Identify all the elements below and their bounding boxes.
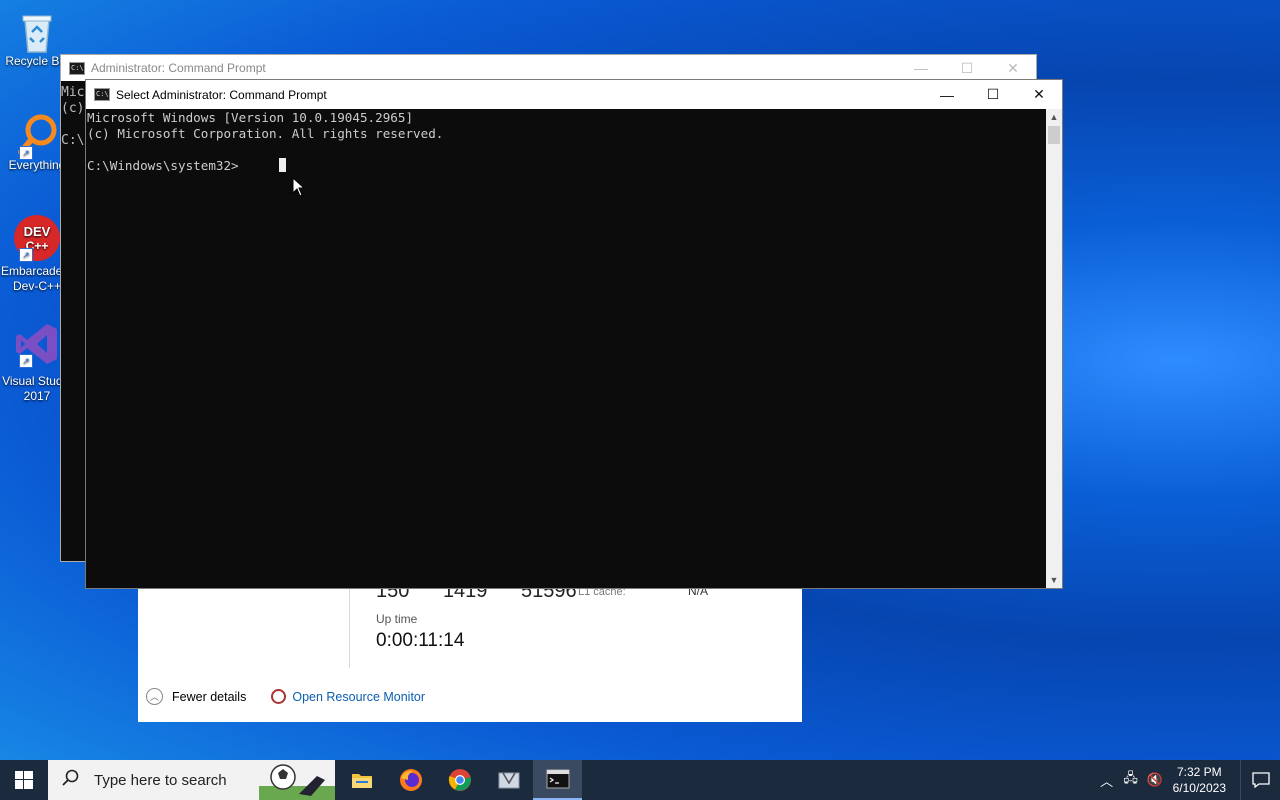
window-controls: — ☐ ✕ (924, 80, 1062, 109)
maximize-button[interactable]: ☐ (970, 80, 1016, 109)
console-line: (c) Microsoft Corporation. All rights re… (87, 126, 444, 141)
minimize-button[interactable]: — (924, 80, 970, 109)
everything-search-icon: ↗ (13, 112, 61, 160)
volume-muted-icon[interactable]: 🔇 (1143, 772, 1167, 788)
search-placeholder: Type here to search (94, 771, 227, 789)
firefox-button[interactable] (386, 760, 435, 800)
scroll-up-icon[interactable]: ▲ (1046, 109, 1062, 125)
console-line: Microsoft Windows [Version 10.0.19045.29… (87, 110, 414, 125)
clock-time: 7:32 PM (1176, 765, 1222, 779)
clock-date: 6/10/2023 (1172, 781, 1226, 795)
chrome-button[interactable] (435, 760, 484, 800)
prompt-line[interactable]: C:\Windows\system32> (87, 158, 1047, 174)
file-explorer-icon (351, 774, 372, 788)
command-prompt-icon (546, 769, 569, 789)
divider (349, 588, 350, 668)
uptime-value: 0:00:11:14 (376, 630, 465, 651)
scroll-thumb[interactable] (1048, 126, 1060, 144)
resource-monitor-icon (271, 689, 287, 704)
console-output[interactable]: Microsoft Windows [Version 10.0.19045.29… (86, 109, 1047, 588)
devcpp-icon: DEV C++ ↗ (13, 214, 61, 262)
command-prompt-icon: C:\ (69, 61, 85, 75)
maximize-button[interactable]: ☐ (944, 55, 990, 81)
chevron-up-icon[interactable]: ︿ (1095, 771, 1119, 790)
svg-text:DEV: DEV (24, 224, 51, 239)
visual-studio-icon: ↗ (13, 320, 61, 368)
search-highlight-image-icon (259, 760, 335, 800)
uptime-label: Up time (376, 612, 418, 626)
open-resource-monitor-link[interactable]: Open Resource Monitor (292, 690, 425, 704)
shortcut-arrow-icon: ↗ (19, 354, 33, 368)
vertical-scrollbar[interactable]: ▲ ▼ (1046, 109, 1062, 588)
close-button[interactable]: ✕ (990, 55, 1036, 81)
shortcut-arrow-icon: ↗ (19, 146, 33, 160)
command-prompt-taskbar-button[interactable] (533, 760, 582, 800)
firefox-icon (399, 769, 422, 791)
start-button[interactable] (0, 760, 48, 800)
notifications-icon[interactable] (1240, 760, 1280, 800)
search-icon (62, 769, 80, 791)
close-button[interactable]: ✕ (1016, 80, 1062, 109)
window-title: Administrator: Command Prompt (91, 61, 266, 75)
command-prompt-icon: C:\ (94, 88, 110, 101)
system-tray: ︿ 🖧 🔇 7:32 PM 6/10/2023 (1095, 760, 1280, 800)
scroll-down-icon[interactable]: ▼ (1046, 572, 1062, 588)
window-title: Select Administrator: Command Prompt (116, 87, 327, 102)
front-command-prompt-window[interactable]: C:\ Select Administrator: Command Prompt… (85, 79, 1063, 589)
title-bar[interactable]: C:\ Select Administrator: Command Prompt… (86, 80, 1062, 109)
clock[interactable]: 7:32 PM 6/10/2023 (1173, 764, 1226, 796)
file-explorer-button[interactable] (337, 760, 386, 800)
taskbar: Type here to search ︿ 🖧 🔇 7:32 PM 6/10/2… (0, 760, 1280, 800)
text-cursor (278, 158, 286, 172)
chrome-icon (448, 769, 471, 791)
network-icon[interactable]: 🖧 (1119, 769, 1143, 791)
chevron-up-icon[interactable]: ︿ (146, 688, 163, 705)
console-line: C:\Windows\system32> (87, 158, 239, 173)
taskbar-search-box[interactable]: Type here to search (48, 760, 335, 800)
minimize-button[interactable]: — (898, 55, 944, 81)
snipping-tool-button[interactable] (484, 760, 533, 800)
snipping-tool-icon (498, 772, 519, 789)
title-bar[interactable]: C:\ Administrator: Command Prompt — ☐ ✕ (61, 55, 1036, 81)
task-manager-footer: ︿ Fewer details Open Resource Monitor (146, 688, 425, 705)
windows-logo-icon (15, 771, 33, 789)
shortcut-arrow-icon: ↗ (19, 248, 33, 262)
recycle-bin-icon (13, 8, 61, 56)
task-manager-window: 150 1419 51596 L1 cache: N/A Up time 0:0… (138, 580, 802, 722)
fewer-details-button[interactable]: Fewer details (172, 690, 246, 704)
